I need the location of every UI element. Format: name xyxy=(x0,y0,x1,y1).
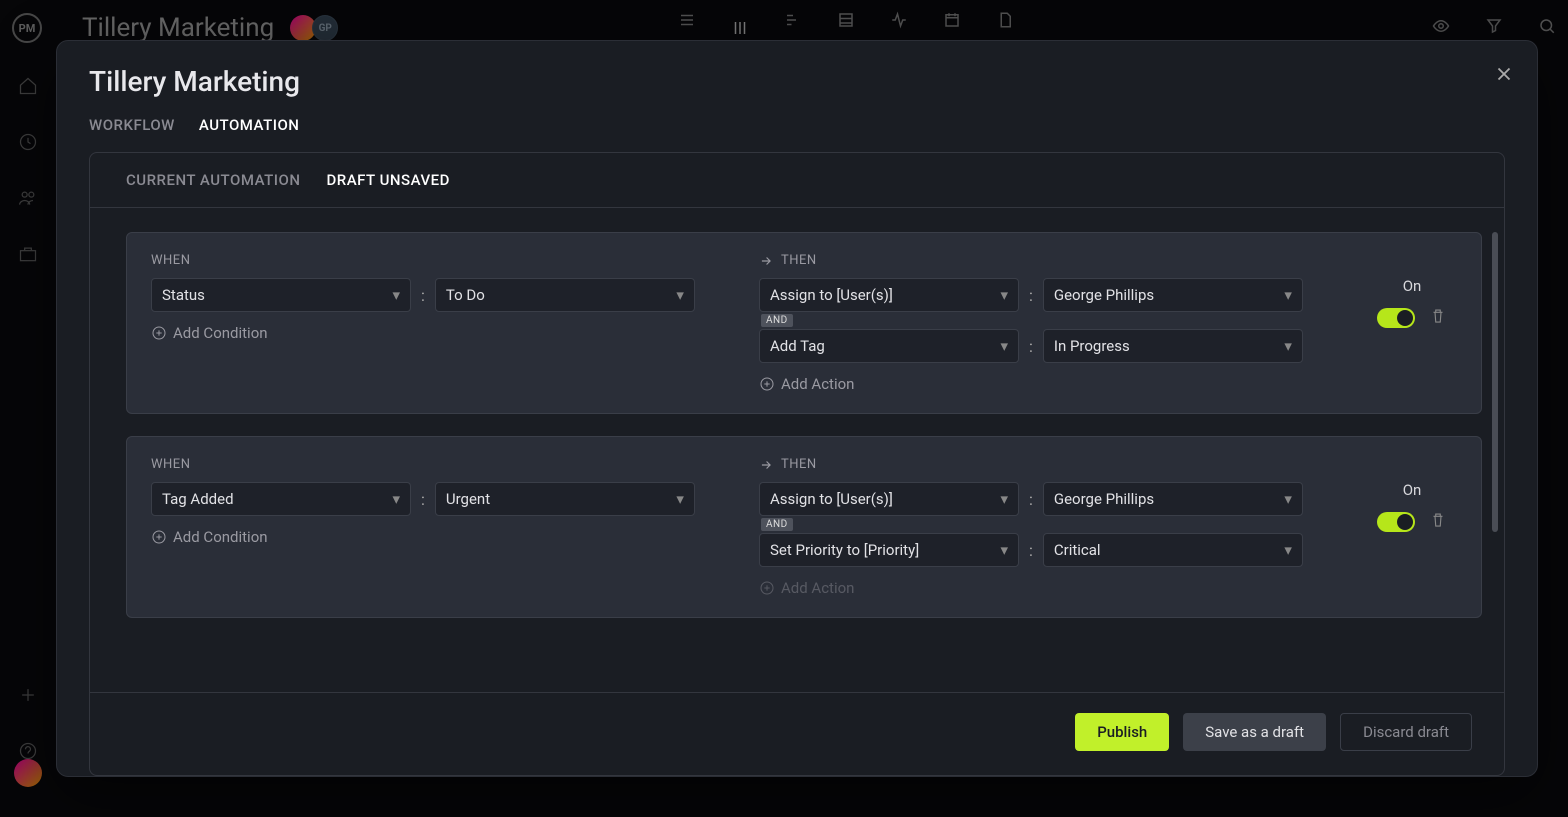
when-field-select[interactable]: Tag Added▾ xyxy=(151,482,411,516)
discard-draft-button[interactable]: Discard draft xyxy=(1340,713,1472,751)
chevron-down-icon: ▾ xyxy=(1284,541,1292,559)
add-action-button[interactable]: Add Action xyxy=(759,375,1327,393)
chevron-down-icon: ▾ xyxy=(1000,541,1008,559)
and-badge: AND xyxy=(761,518,793,531)
rule-card: WHEN Tag Added▾ : Urgent▾ Add Condition xyxy=(126,436,1482,618)
when-column: WHEN Status▾ : To Do▾ Add Condition xyxy=(151,253,719,393)
toggle-label: On xyxy=(1403,277,1422,295)
chevron-down-icon: ▾ xyxy=(1000,490,1008,508)
chevron-down-icon: ▾ xyxy=(392,490,400,508)
then-action-select[interactable]: Add Tag▾ xyxy=(759,329,1019,363)
save-draft-button[interactable]: Save as a draft xyxy=(1183,713,1326,751)
then-action-select[interactable]: Assign to [User(s)]▾ xyxy=(759,482,1019,516)
modal-title: Tillery Marketing xyxy=(89,65,1505,98)
chevron-down-icon: ▾ xyxy=(676,490,684,508)
then-column: THEN Assign to [User(s)]▾ : George Phill… xyxy=(759,253,1327,393)
close-button[interactable] xyxy=(1493,63,1515,89)
when-label: WHEN xyxy=(151,457,719,472)
rule-card: WHEN Status▾ : To Do▾ Add Condition xyxy=(126,232,1482,414)
when-value-select[interactable]: Urgent▾ xyxy=(435,482,695,516)
then-label: THEN xyxy=(759,457,1327,472)
automation-modal: Tillery Marketing WORKFLOW AUTOMATION CU… xyxy=(56,40,1538,777)
colon: : xyxy=(1029,490,1033,509)
tab-automation[interactable]: AUTOMATION xyxy=(199,116,300,134)
then-action-select[interactable]: Assign to [User(s)]▾ xyxy=(759,278,1019,312)
chevron-down-icon: ▾ xyxy=(1284,337,1292,355)
colon: : xyxy=(1029,541,1033,560)
when-value-select[interactable]: To Do▾ xyxy=(435,278,695,312)
enable-toggle[interactable] xyxy=(1377,308,1415,328)
rule-controls: On xyxy=(1367,253,1457,393)
rules-list: WHEN Status▾ : To Do▾ Add Condition xyxy=(90,208,1504,692)
chevron-down-icon: ▾ xyxy=(1000,286,1008,304)
scrollbar-handle[interactable] xyxy=(1492,232,1498,532)
subtabs: CURRENT AUTOMATION DRAFT UNSAVED xyxy=(90,153,1504,207)
rule-controls: On xyxy=(1367,457,1457,597)
then-value-select[interactable]: In Progress▾ xyxy=(1043,329,1303,363)
then-value-select[interactable]: George Phillips▾ xyxy=(1043,482,1303,516)
then-action-select[interactable]: Set Priority to [Priority]▾ xyxy=(759,533,1019,567)
when-label: WHEN xyxy=(151,253,719,268)
toggle-label: On xyxy=(1403,481,1422,499)
then-value-select[interactable]: Critical▾ xyxy=(1043,533,1303,567)
enable-toggle[interactable] xyxy=(1377,512,1415,532)
colon: : xyxy=(421,286,425,305)
and-badge: AND xyxy=(761,314,793,327)
colon: : xyxy=(421,490,425,509)
chevron-down-icon: ▾ xyxy=(392,286,400,304)
modal-body: CURRENT AUTOMATION DRAFT UNSAVED WHEN St… xyxy=(89,152,1505,776)
add-action-button[interactable]: Add Action xyxy=(759,579,1327,597)
colon: : xyxy=(1029,337,1033,356)
chevron-down-icon: ▾ xyxy=(1284,490,1292,508)
tab-workflow[interactable]: WORKFLOW xyxy=(89,116,175,134)
chevron-down-icon: ▾ xyxy=(1284,286,1292,304)
then-column: THEN Assign to [User(s)]▾ : George Phill… xyxy=(759,457,1327,597)
modal-footer: Publish Save as a draft Discard draft xyxy=(90,692,1504,775)
subtab-current[interactable]: CURRENT AUTOMATION xyxy=(126,171,300,189)
then-value-select[interactable]: George Phillips▾ xyxy=(1043,278,1303,312)
delete-button[interactable] xyxy=(1429,307,1447,329)
subtab-draft[interactable]: DRAFT UNSAVED xyxy=(326,171,449,189)
modal-header: Tillery Marketing WORKFLOW AUTOMATION xyxy=(57,41,1537,152)
delete-button[interactable] xyxy=(1429,511,1447,533)
add-condition-button[interactable]: Add Condition xyxy=(151,528,719,546)
when-column: WHEN Tag Added▾ : Urgent▾ Add Condition xyxy=(151,457,719,597)
modal-tabs: WORKFLOW AUTOMATION xyxy=(89,116,1505,152)
when-field-select[interactable]: Status▾ xyxy=(151,278,411,312)
publish-button[interactable]: Publish xyxy=(1075,713,1169,751)
add-condition-button[interactable]: Add Condition xyxy=(151,324,719,342)
then-label: THEN xyxy=(759,253,1327,268)
chevron-down-icon: ▾ xyxy=(1000,337,1008,355)
colon: : xyxy=(1029,286,1033,305)
chevron-down-icon: ▾ xyxy=(676,286,684,304)
scroll-fade xyxy=(90,642,1482,692)
